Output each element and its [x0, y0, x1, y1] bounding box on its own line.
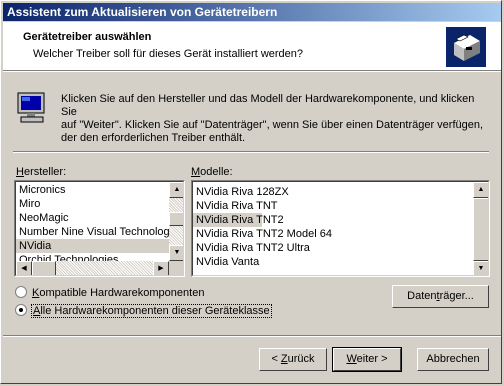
title-bar[interactable]: Assistent zum Aktualisieren von Gerätetr…: [3, 3, 501, 21]
list-item[interactable]: NVidia Riva TNT: [193, 199, 473, 213]
model-label: Modelle:: [191, 166, 233, 178]
radio-button-selected[interactable]: [15, 304, 27, 316]
list-item-selected[interactable]: NVidia: [16, 239, 169, 253]
scroll-up-arrow-icon[interactable]: ▲: [169, 182, 183, 198]
instruction-line-1: Klicken Sie auf den Hersteller und das M…: [61, 93, 475, 118]
list-item[interactable]: Miro: [16, 197, 169, 211]
instruction-text: Klicken Sie auf den Hersteller und das M…: [61, 93, 491, 145]
scroll-thumb[interactable]: [169, 212, 183, 226]
scroll-down-arrow-icon[interactable]: ▼: [169, 245, 183, 261]
list-item[interactable]: NVidia Riva TNT2 Model 64: [193, 227, 473, 241]
manufacturer-list[interactable]: Micronics Miro NeoMagic Number Nine Visu…: [14, 180, 185, 277]
content-separator: [13, 151, 489, 153]
scroll-left-arrow-icon[interactable]: ◀: [16, 261, 32, 275]
wizard-header: Gerätetreiber auswählen Welcher Treiber …: [3, 22, 501, 70]
list-item[interactable]: Number Nine Visual Technolog: [16, 225, 170, 239]
list-item[interactable]: NVidia Riva 128ZX: [193, 185, 473, 199]
compatible-hardware-option[interactable]: Kompatible Hardwarekomponenten: [15, 286, 204, 300]
wizard-window: Assistent zum Aktualisieren von Gerätetr…: [0, 0, 502, 384]
radio-button[interactable]: [15, 286, 27, 298]
list-item[interactable]: NeoMagic: [16, 211, 169, 225]
instruction-line-2: auf "Weiter". Klicken Sie auf "Datenträg…: [61, 119, 484, 131]
scroll-up-arrow-icon[interactable]: ▲: [473, 182, 488, 198]
all-hardware-option[interactable]: Alle Hardwarekomponenten dieser Gerätekl…: [15, 304, 272, 318]
scroll-corner: [169, 261, 183, 275]
header-separator: [3, 70, 501, 72]
page-subtitle: Welcher Treiber soll für dieses Gerät in…: [33, 48, 304, 60]
list-item[interactable]: NVidia Vanta: [193, 255, 473, 269]
manufacturer-label: Hersteller:: [16, 166, 67, 178]
manufacturer-vscrollbar[interactable]: ▲ ▼: [169, 182, 183, 261]
model-vscrollbar[interactable]: ▲ ▼: [473, 182, 488, 275]
footer-separator: [3, 335, 501, 337]
hardware-box-icon: [446, 27, 486, 67]
monitor-icon: [17, 92, 45, 123]
model-list[interactable]: NVidia Riva 128ZX NVidia Riva TNT NVidia…: [191, 180, 490, 277]
back-button[interactable]: < Zurück: [259, 348, 327, 371]
window-title: Assistent zum Aktualisieren von Gerätetr…: [7, 5, 278, 19]
next-button[interactable]: Weiter >: [332, 347, 402, 372]
instruction-line-3: der den erforderlichen Treiber enthält.: [61, 132, 246, 144]
page-title: Gerätetreiber auswählen: [23, 31, 152, 43]
scroll-thumb[interactable]: [32, 261, 56, 275]
list-item[interactable]: Micronics: [16, 183, 169, 197]
list-item[interactable]: NVidia Riva TNT2 Ultra: [193, 241, 473, 255]
scroll-right-arrow-icon[interactable]: ▶: [153, 261, 169, 275]
manufacturer-hscrollbar[interactable]: ◀ ▶: [16, 261, 169, 275]
list-item[interactable]: Orchid Technologies: [16, 253, 169, 261]
list-item-selected[interactable]: NVidia Riva TNT2: [193, 213, 284, 227]
scroll-thumb[interactable]: [473, 198, 488, 261]
have-disk-button[interactable]: Datenträger...: [392, 285, 489, 308]
scroll-down-arrow-icon[interactable]: ▼: [473, 261, 488, 275]
cancel-button[interactable]: Abbrechen: [417, 348, 489, 371]
